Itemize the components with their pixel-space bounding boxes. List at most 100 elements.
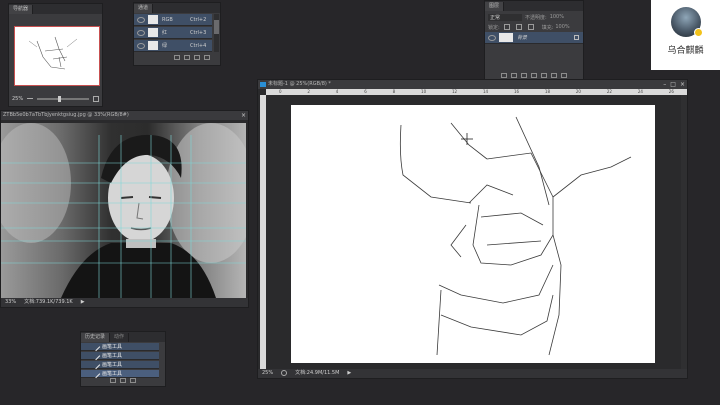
history-state-row[interactable]: 画笔工具 [81, 342, 159, 351]
photo-canvas[interactable] [1, 123, 246, 298]
ruler-tick: 22 [606, 89, 612, 94]
layers-tabbar: 图层 [485, 1, 583, 11]
sketch-canvas[interactable] [291, 105, 655, 363]
sketch-doc-size[interactable]: 文档:24.9M/11.5M [295, 369, 339, 378]
sketch-vscroll[interactable] [681, 95, 687, 369]
fill-value[interactable]: 100% [555, 24, 569, 30]
photo-window-title[interactable]: ZTBb5e0b7aTbTbJyenktgsiug.jpg @ 33%(RGB/… [1, 111, 248, 120]
zoom-slider[interactable] [37, 96, 89, 102]
add-mask-icon[interactable] [521, 73, 527, 78]
sketch-status-bar: 25% 文档:24.9M/11.5M ▶ [258, 369, 687, 378]
visibility-eye-icon[interactable] [488, 34, 496, 41]
zoom-out-icon[interactable] [27, 97, 34, 101]
brush-tool-icon [91, 342, 101, 351]
channels-scroll-thumb[interactable] [214, 20, 219, 34]
sketch-zoom[interactable]: 25% [262, 369, 273, 378]
ruler-tick: 0 [278, 89, 282, 94]
ruler-tick: 8 [392, 89, 396, 94]
adjustment-layer-icon[interactable] [531, 73, 537, 78]
photo-doc-size[interactable]: 文档:739.1K/739.1K [24, 298, 73, 307]
status-arrow-icon[interactable]: ▶ [81, 298, 85, 307]
ruler-tick: 24 [637, 89, 643, 94]
lock-label: 锁定: [488, 24, 500, 31]
delete-state-icon[interactable] [130, 378, 136, 383]
load-selection-icon[interactable] [174, 55, 180, 60]
tab-layers[interactable]: 图层 [485, 2, 505, 11]
visibility-eye-icon[interactable] [137, 29, 145, 36]
channel-thumbnail [148, 28, 158, 37]
lock-position-icon[interactable] [515, 24, 522, 30]
horizontal-ruler[interactable]: 0 2 4 6 8 10 12 14 16 18 20 22 24 26 [266, 89, 687, 95]
channels-tabbar: 通道 [134, 3, 220, 13]
camera-icon[interactable] [120, 378, 126, 383]
navigator-zoom-row: 25% [12, 95, 99, 103]
photo-zoom[interactable]: 33% [5, 298, 16, 307]
close-icon[interactable]: × [241, 112, 246, 119]
navigator-zoom-value[interactable]: 25% [12, 96, 23, 102]
channel-row[interactable]: 绿 Ctrl+4 [134, 40, 212, 52]
channel-row[interactable]: RGB Ctrl+2 [134, 14, 212, 26]
ruler-tick: 6 [364, 89, 367, 94]
delete-layer-icon[interactable] [561, 73, 567, 78]
history-state-row[interactable]: 画笔工具 [81, 360, 159, 369]
layers-panel: 图层 正常 不透明度: 100% 锁定: 填充: 100% 背景 [484, 0, 584, 84]
channel-row[interactable]: 红 Ctrl+3 [134, 27, 212, 39]
tab-history[interactable]: 历史记录 [81, 333, 111, 342]
watermark-name: 乌合麒麟 [667, 46, 704, 56]
verified-badge-icon [694, 28, 703, 37]
delete-channel-icon[interactable] [204, 55, 210, 60]
channel-name: 红 [162, 30, 168, 36]
blend-mode-select[interactable]: 正常 [488, 13, 522, 21]
photo-window-controls: × [241, 112, 246, 119]
tab-navigator[interactable]: 导航器 [9, 5, 34, 14]
new-group-icon[interactable] [541, 73, 547, 78]
opacity-value[interactable]: 100% [550, 14, 564, 20]
zoom-slider-thumb[interactable] [57, 96, 61, 102]
brush-tool-icon [91, 369, 101, 378]
avatar [671, 7, 703, 37]
history-state-row[interactable]: 画笔工具 [81, 369, 159, 378]
channel-name: RGB [162, 16, 173, 23]
blend-row: 正常 不透明度: 100% [488, 13, 580, 21]
layer-style-icon[interactable] [511, 73, 517, 78]
visibility-eye-icon[interactable] [137, 42, 145, 49]
lock-all-icon[interactable] [527, 24, 534, 30]
ruler-tick: 16 [513, 89, 520, 94]
snapshot-icon[interactable] [110, 378, 116, 383]
photo-document-window: ZTBb5e0b7aTbTbJyenktgsiug.jpg @ 33%(RGB/… [0, 110, 249, 308]
navigator-tabbar: 导航器 [9, 4, 102, 14]
tab-channels[interactable]: 通道 [134, 4, 154, 13]
zoom-in-icon[interactable] [93, 96, 99, 102]
history-state-label: 画笔工具 [102, 362, 123, 368]
visibility-eye-icon[interactable] [137, 16, 145, 23]
share-icon[interactable] [281, 370, 288, 376]
maximize-icon[interactable]: □ [670, 81, 676, 88]
ruler-tick: 26 [668, 89, 674, 94]
layer-row[interactable]: 背景 [485, 32, 583, 44]
link-layers-icon[interactable] [501, 73, 507, 78]
minimize-icon[interactable]: – [663, 81, 666, 88]
history-state-label: 画笔工具 [102, 344, 123, 350]
channels-scrollbar[interactable] [214, 14, 219, 52]
ruler-tick: 4 [335, 89, 339, 94]
vertical-ruler[interactable] [260, 95, 266, 369]
save-selection-icon[interactable] [184, 55, 190, 60]
tab-actions[interactable]: 动作 [110, 333, 130, 342]
channel-shortcut: Ctrl+3 [190, 29, 207, 36]
history-state-row[interactable]: 画笔工具 [81, 351, 159, 360]
photo-status-bar: 33% 文档:739.1K/739.1K ▶ [1, 298, 248, 307]
brush-tool-icon [91, 360, 101, 369]
channel-name: 绿 [162, 43, 168, 49]
brush-tool-icon [91, 351, 101, 360]
lock-pixels-icon[interactable] [503, 24, 510, 30]
sketch-window-title[interactable]: 未标题-1 @ 25%(RGB/8) * [258, 80, 687, 89]
layer-thumbnail [499, 33, 513, 42]
new-channel-icon[interactable] [194, 55, 200, 60]
close-icon[interactable]: × [680, 81, 685, 88]
face-sketch [399, 116, 632, 356]
navigator-preview[interactable] [14, 26, 100, 86]
ps-icon [260, 82, 266, 87]
channels-footer [134, 55, 220, 63]
status-arrow-icon[interactable]: ▶ [347, 369, 351, 378]
new-layer-icon[interactable] [551, 73, 557, 78]
